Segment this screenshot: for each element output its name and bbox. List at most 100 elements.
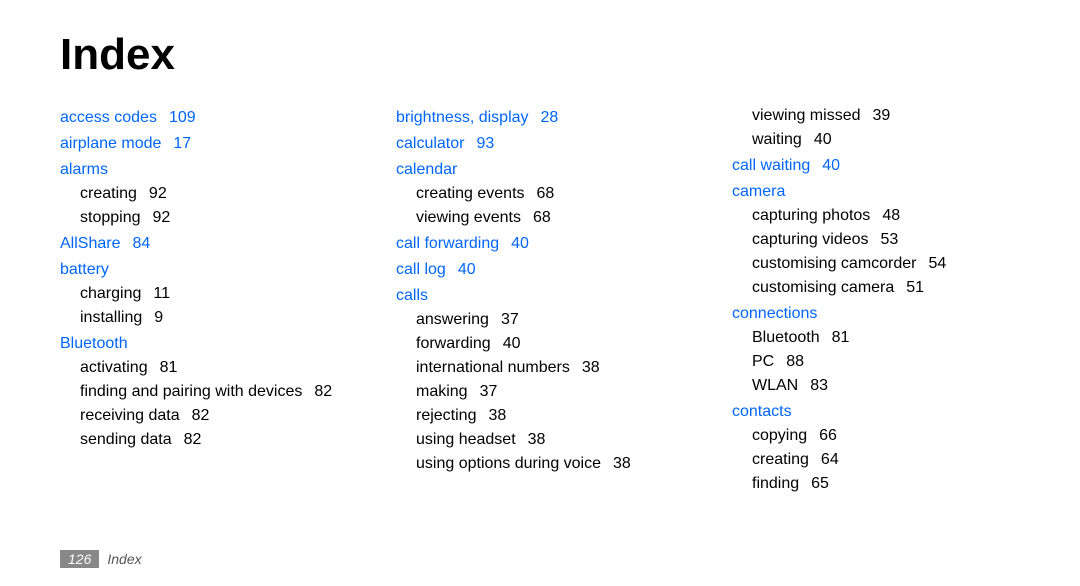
index-term: viewing missed (752, 107, 860, 124)
index-main-entry: call log40 (396, 258, 684, 282)
index-term: creating (752, 451, 809, 468)
index-sub-entry: finding 65 (732, 472, 1020, 496)
index-term: receiving data (80, 407, 180, 424)
index-main-entry: brightness, display28 (396, 106, 684, 130)
index-page-ref: 92 (153, 209, 171, 226)
index-term: activating (80, 359, 148, 376)
index-page-ref: 53 (881, 231, 899, 248)
index-main-entry: battery (60, 258, 348, 282)
index-page-ref: 109 (169, 109, 196, 126)
index-page-ref: 54 (929, 255, 947, 272)
index-sub-entry: capturing videos53 (732, 228, 1020, 252)
index-main-entry: calculator 93 (396, 132, 684, 156)
index-term: call waiting (732, 157, 810, 174)
index-sub-entry: WLAN83 (732, 374, 1020, 398)
index-term: calculator (396, 135, 464, 152)
index-page-ref: 37 (501, 311, 519, 328)
index-page-ref: 88 (786, 353, 804, 370)
index-sub-entry: copying66 (732, 424, 1020, 448)
index-page-ref: 40 (822, 157, 840, 174)
index-main-entry: AllShare 84 (60, 232, 348, 256)
index-page-ref: 93 (476, 135, 494, 152)
footer-section-label: Index (107, 551, 141, 567)
index-term: Bluetooth (752, 329, 820, 346)
index-page-ref: 65 (811, 475, 829, 492)
index-page-ref: 84 (132, 235, 150, 252)
index-page-ref: 68 (533, 209, 551, 226)
index-sub-entry: receiving data82 (60, 404, 348, 428)
index-main-entry: access codes109 (60, 106, 348, 130)
index-page-ref: 81 (832, 329, 850, 346)
index-sub-entry: making37 (396, 380, 684, 404)
index-page-ref: 40 (814, 131, 832, 148)
index-column-2: brightness, display28 calculator 93 calenda… (396, 104, 684, 496)
index-term: creating events (416, 185, 525, 202)
index-main-entry: call forwarding40 (396, 232, 684, 256)
index-term: forwarding (416, 335, 491, 352)
index-main-entry: camera (732, 180, 1020, 204)
index-term: sending data (80, 431, 172, 448)
index-term: using options during voice (416, 455, 601, 472)
index-term: alarms (60, 161, 108, 178)
index-term: customising camcorder (752, 255, 917, 272)
index-main-entry: contacts (732, 400, 1020, 424)
index-term: creating (80, 185, 137, 202)
page-title: Index (60, 30, 1020, 80)
index-page-ref: 82 (184, 431, 202, 448)
index-term: answering (416, 311, 489, 328)
index-sub-entry: using options during voice38 (396, 452, 684, 476)
index-term: calls (396, 287, 428, 304)
index-sub-entry: sending data 82 (60, 428, 348, 452)
index-term: viewing events (416, 209, 521, 226)
footer-page-number: 126 (60, 550, 99, 568)
index-columns: access codes109airplane mode17alarmscrea… (60, 104, 1020, 496)
index-term: brightness, display (396, 109, 529, 126)
index-term: connections (732, 305, 817, 322)
index-term: capturing photos (752, 207, 870, 224)
index-page-ref: 11 (153, 285, 170, 302)
index-page-ref: 83 (810, 377, 828, 394)
index-main-entry: Bluetooth (60, 332, 348, 356)
index-term: rejecting (416, 407, 476, 424)
index-term: call forwarding (396, 235, 499, 252)
index-term: battery (60, 261, 109, 278)
index-page-ref: 38 (528, 431, 546, 448)
index-sub-entry: international numbers 38 (396, 356, 684, 380)
index-page-ref: 38 (582, 359, 600, 376)
index-sub-entry: viewing events 68 (396, 206, 684, 230)
index-page-ref: 64 (821, 451, 839, 468)
index-page-ref: 81 (160, 359, 178, 376)
index-sub-entry: creating events 68 (396, 182, 684, 206)
index-term: international numbers (416, 359, 570, 376)
index-sub-entry: charging11 (60, 282, 348, 306)
index-sub-entry: viewing missed 39 (732, 104, 1020, 128)
index-page-ref: 48 (882, 207, 900, 224)
index-sub-entry: customising camera51 (732, 276, 1020, 300)
index-term: waiting (752, 131, 802, 148)
index-page-ref: 9 (154, 309, 163, 326)
index-sub-entry: rejecting38 (396, 404, 684, 428)
index-term: call log (396, 261, 446, 278)
index-main-entry: calls (396, 284, 684, 308)
index-page-ref: 17 (173, 135, 191, 152)
index-main-entry: connections (732, 302, 1020, 326)
index-term: PC (752, 353, 774, 370)
index-sub-entry: creating 64 (732, 448, 1020, 472)
index-main-entry: calendar (396, 158, 684, 182)
index-term: copying (752, 427, 807, 444)
index-page-ref: 39 (872, 107, 890, 124)
index-sub-entry: activating 81 (60, 356, 348, 380)
index-page-ref: 40 (503, 335, 521, 352)
index-sub-entry: Bluetooth 81 (732, 326, 1020, 350)
index-sub-entry: capturing photos 48 (732, 204, 1020, 228)
index-main-entry: alarms (60, 158, 348, 182)
index-term: calendar (396, 161, 457, 178)
page-footer: 126 Index (60, 550, 142, 568)
index-page-ref: 68 (537, 185, 555, 202)
index-term: finding (752, 475, 799, 492)
index-term: making (416, 383, 468, 400)
index-term: AllShare (60, 235, 120, 252)
index-page-ref: 51 (906, 279, 924, 296)
index-sub-entry: customising camcorder 54 (732, 252, 1020, 276)
index-term: camera (732, 183, 785, 200)
